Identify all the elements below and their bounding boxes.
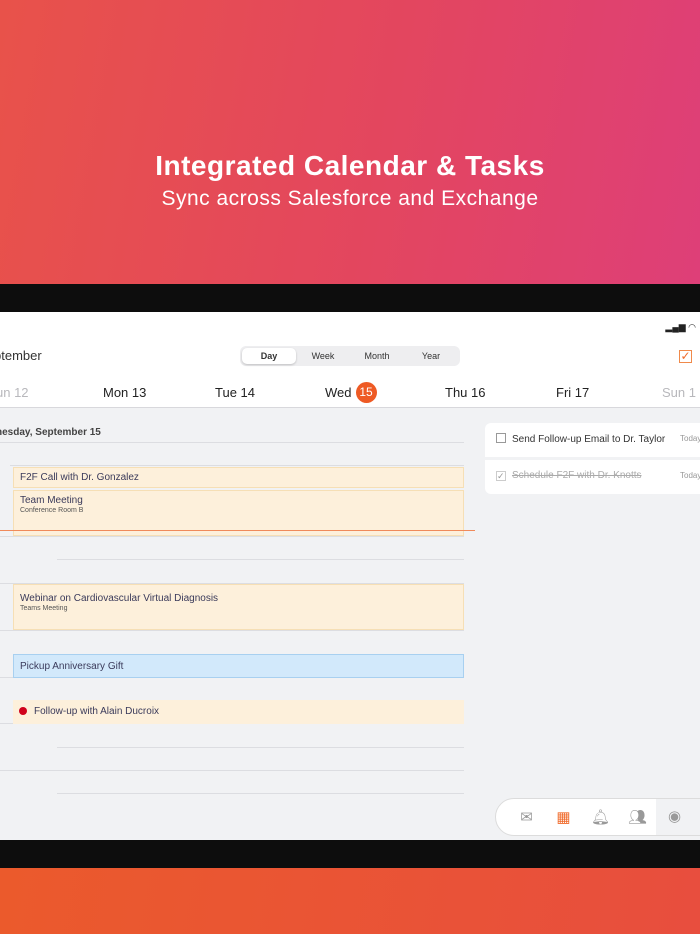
event-title: Team Meeting [20, 495, 83, 506]
hero-subtitle: Sync across Salesforce and Exchange [161, 187, 539, 210]
hour-line [0, 536, 464, 537]
task-due: Today [680, 434, 700, 443]
app-screen: ▂▄▆ ◠ ptember Day Week Month Year ✓ un 1… [0, 312, 700, 840]
day-fri[interactable]: Fri 17 [556, 385, 589, 400]
view-switcher: Day Week Month Year [240, 346, 460, 366]
hour-line [57, 559, 464, 560]
tasks-toggle-icon[interactable]: ✓ [679, 350, 692, 363]
tab-year[interactable]: Year [404, 348, 458, 364]
task-title: Schedule F2F with Dr. Knotts [512, 470, 642, 481]
tab-day[interactable]: Day [242, 348, 296, 364]
hour-line [0, 442, 464, 443]
day-mon[interactable]: Mon 13 [103, 385, 146, 400]
checkbox[interactable] [496, 433, 506, 443]
event-follow-up[interactable]: Follow-up with Alain Ducroix [13, 700, 464, 724]
event-location: Conference Room B [20, 507, 84, 514]
hour-line [10, 465, 464, 466]
event-title: Pickup Anniversary Gift [20, 661, 124, 672]
bell-icon[interactable]: 🔔︎ [582, 808, 619, 826]
event-title: F2F Call with Dr. Gonzalez [20, 472, 139, 483]
bottom-banner [0, 868, 700, 934]
hero-banner: Integrated Calendar & Tasks Sync across … [0, 0, 700, 284]
calendar-icon[interactable]: ▦ [545, 808, 582, 826]
task-item[interactable]: Send Follow-up Email to Dr. Taylor Today [485, 423, 700, 457]
signal-icon: ▂▄▆ ◠ [665, 322, 696, 332]
hero-title: Integrated Calendar & Tasks [155, 150, 545, 181]
task-item[interactable]: ✓ Schedule F2F with Dr. Knotts Today [485, 460, 700, 494]
hour-line [57, 793, 464, 794]
task-due: Today [680, 471, 700, 480]
current-time-indicator [0, 530, 475, 531]
event-f2f-call[interactable]: F2F Call with Dr. Gonzalez [13, 467, 464, 488]
day-wed[interactable]: Wed 15 [325, 382, 377, 403]
more-icon[interactable]: ⋮ [693, 799, 700, 835]
assistant-icon[interactable]: ◉ [656, 799, 693, 835]
tab-month[interactable]: Month [350, 348, 404, 364]
checkbox-checked[interactable]: ✓ [496, 471, 506, 481]
day-tue[interactable]: Tue 14 [215, 385, 255, 400]
date-header: nesday, September 15 [0, 427, 101, 438]
day-sun-next[interactable]: Sun 1 [662, 385, 696, 400]
event-title: Webinar on Cardiovascular Virtual Diagno… [20, 593, 219, 604]
event-location: Teams Meeting [20, 605, 68, 612]
event-pickup-gift[interactable]: Pickup Anniversary Gift [13, 654, 464, 678]
day-sun[interactable]: un 12 [0, 385, 29, 400]
day-thu[interactable]: Thu 16 [445, 385, 485, 400]
mail-icon[interactable]: ✉ [508, 808, 545, 826]
priority-dot-icon [19, 707, 27, 715]
hour-line [0, 630, 464, 631]
day-wed-label: Wed [325, 385, 352, 400]
hour-line [0, 770, 464, 771]
contacts-icon[interactable]: 👥︎ [619, 808, 656, 826]
hour-line [57, 747, 464, 748]
task-title: Send Follow-up Email to Dr. Taylor [512, 434, 666, 445]
event-title: Follow-up with Alain Ducroix [34, 706, 160, 717]
tab-week[interactable]: Week [296, 348, 350, 364]
today-badge: 15 [355, 382, 377, 403]
bottom-tab-bar: ✉ ▦ 🔔︎ 👥︎ ◉ ⋮ [495, 798, 700, 836]
calendar-header: ▂▄▆ ◠ ptember Day Week Month Year ✓ un 1… [0, 312, 700, 408]
month-label: ptember [0, 348, 42, 363]
event-webinar[interactable]: Webinar on Cardiovascular Virtual Diagno… [13, 584, 464, 630]
